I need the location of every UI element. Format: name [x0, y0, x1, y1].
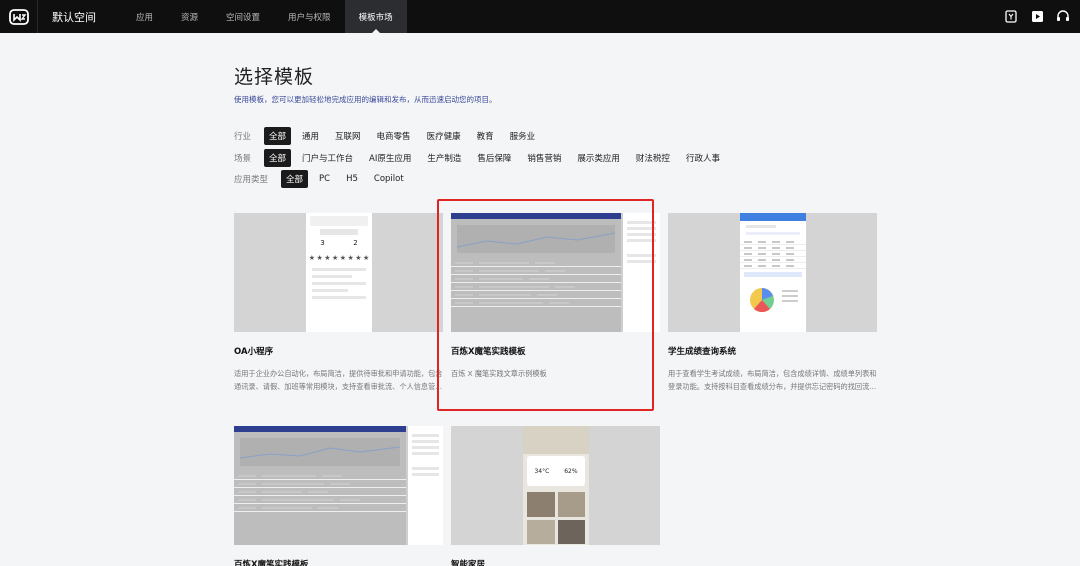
filter-scene-label: 场景 [234, 154, 252, 164]
filter-industry-service[interactable]: 服务业 [505, 127, 541, 145]
app-logo[interactable] [0, 0, 38, 33]
filter-scene-finance[interactable]: 财法税控 [631, 149, 675, 167]
card-title: 百炼X魔笔实践模板 [234, 560, 309, 566]
home-temperature: 34°C [534, 467, 550, 475]
filter-industry-ecommerce[interactable]: 电商零售 [372, 127, 416, 145]
page-title: 选择模板 [234, 66, 315, 88]
nav-right-icons [1004, 0, 1070, 33]
template-card-bailian[interactable]: 百炼X魔笔实践模板 百炼 X 魔笔实践文章示例模板 [451, 213, 660, 393]
template-card-smart-home[interactable]: 34°C 62% 智能家居 [451, 426, 660, 566]
phone-mockup: 34°C 62% [523, 426, 589, 545]
card-description: 用于查看学生考试成绩，布局简洁，包含成绩详情、成绩单列表和登录功能。支持按科目查… [668, 369, 877, 391]
card-title: 学生成绩查询系统 [668, 347, 737, 357]
oa-stat-request: 2 [353, 239, 358, 247]
card-title: OA小程序 [234, 347, 274, 357]
filter-app-type-copilot[interactable]: Copilot [369, 171, 409, 187]
filter-scene-portal[interactable]: 门户与工作台 [297, 149, 358, 167]
filter-scene-all[interactable]: 全部 [264, 149, 292, 167]
template-card-bailian-2[interactable]: 百炼X魔笔实践模板 [234, 426, 443, 566]
filter-app-type-pc[interactable]: PC [314, 171, 335, 187]
filter-industry-education[interactable]: 教育 [472, 127, 499, 145]
filter-scene-sales[interactable]: 销售营销 [522, 149, 566, 167]
phone-mockup: 3 2 ★ ★ ★ ★ ★ ★ ★ ★ [306, 213, 372, 332]
logo-icon [8, 8, 29, 25]
filter-industry-health[interactable]: 医疗健康 [422, 127, 466, 145]
template-card-oa[interactable]: 3 2 ★ ★ ★ ★ ★ ★ ★ ★ OA小程序 适用于企业办公自动化，布局简洁，提供待审… [234, 213, 443, 393]
filter-app-type: 应用类型 全部 PC H5 Copilot [234, 170, 415, 188]
filter-industry-label: 行业 [234, 132, 252, 142]
filter-scene: 场景 全部 门户与工作台 AI原生应用 生产制造 售后保障 销售营销 展示类应用… [234, 149, 731, 167]
oa-stat-pending: 3 [320, 239, 325, 247]
template-thumbnail [234, 426, 443, 545]
card-title: 百炼X魔笔实践模板 [451, 347, 526, 357]
filter-app-type-h5[interactable]: H5 [341, 171, 363, 187]
top-nav-bar: 默认空间 应用 资源 空间设置 用户与权限 模板市场 [0, 0, 1080, 33]
filter-scene-ai-native[interactable]: AI原生应用 [364, 149, 416, 167]
card-title: 智能家居 [451, 560, 486, 566]
template-thumbnail: 34°C 62% [451, 426, 660, 545]
space-name[interactable]: 默认空间 [52, 9, 114, 25]
tab-template-market[interactable]: 模板市场 [344, 0, 407, 33]
filter-industry-all[interactable]: 全部 [264, 127, 292, 145]
card-description: 百炼 X 魔笔实践文章示例模板 [451, 369, 547, 378]
tab-space-settings[interactable]: 空间设置 [212, 0, 274, 33]
filter-app-type-all[interactable]: 全部 [281, 170, 309, 188]
headset-icon[interactable] [1056, 10, 1070, 24]
filter-scene-display[interactable]: 展示类应用 [572, 149, 625, 167]
filter-scene-after-sales[interactable]: 售后保障 [472, 149, 516, 167]
filter-scene-hr[interactable]: 行政人事 [681, 149, 725, 167]
page-description: 使用模板，您可以更加轻松地完成应用的编辑和发布，从而迅速启动您的项目。 [234, 95, 497, 104]
video-icon[interactable] [1030, 10, 1044, 24]
tab-users-permissions[interactable]: 用户与权限 [274, 0, 345, 33]
filter-industry: 行业 全部 通用 互联网 电商零售 医疗健康 教育 服务业 [234, 127, 546, 145]
tab-resources[interactable]: 资源 [167, 0, 212, 33]
home-humidity: 62% [564, 467, 578, 475]
card-description: 适用于企业办公自动化，布局简洁，提供待审批和申请功能，包含通讯录、请假、加班等常… [234, 369, 443, 391]
tab-apps[interactable]: 应用 [122, 0, 167, 33]
nav-tabs: 应用 资源 空间设置 用户与权限 模板市场 [122, 0, 407, 33]
filter-industry-internet[interactable]: 互联网 [330, 127, 366, 145]
filter-app-type-label: 应用类型 [234, 175, 269, 185]
template-thumbnail: 3 2 ★ ★ ★ ★ ★ ★ ★ ★ [234, 213, 443, 332]
template-thumbnail [451, 213, 660, 332]
document-icon[interactable] [1004, 10, 1018, 24]
filter-industry-general[interactable]: 通用 [297, 127, 324, 145]
template-card-student-scores[interactable]: 学生成绩查询系统 用于查看学生考试成绩，布局简洁，包含成绩详情、成绩单列表和登录… [668, 213, 877, 393]
phone-mockup [740, 213, 806, 332]
filter-scene-manufacturing[interactable]: 生产制造 [422, 149, 466, 167]
template-thumbnail [668, 213, 877, 332]
